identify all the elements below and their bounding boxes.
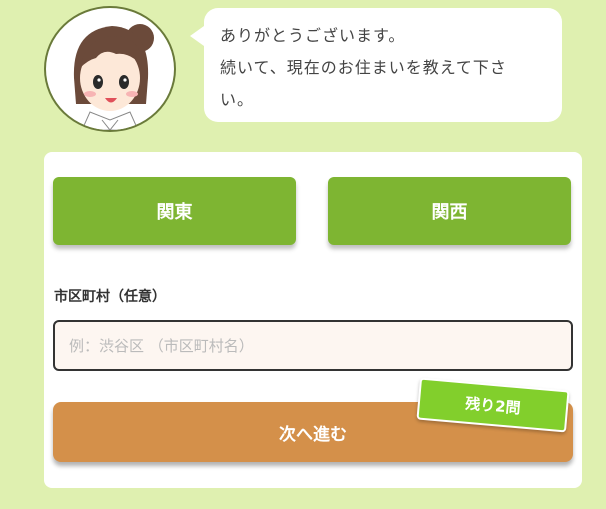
chat-line: 続いて、現在のお住まいを教えて下さ xyxy=(220,58,507,77)
chat-bubble: ありがとうございます。 続いて、現在のお住まいを教えて下さ い。 xyxy=(190,8,562,122)
city-input[interactable] xyxy=(53,320,573,371)
avatar xyxy=(44,6,176,132)
chat-line: ありがとうございます。 xyxy=(220,26,406,45)
assistant-avatar-illustration xyxy=(73,24,154,130)
chat-line: い。 xyxy=(220,90,255,109)
kansai-button[interactable]: 関西 xyxy=(328,177,571,245)
city-field-label: 市区町村（任意） xyxy=(54,289,166,305)
kanto-button[interactable]: 関東 xyxy=(53,177,296,245)
form-card: 関東 関西 市区町村（任意） 次へ進む 残り2問 xyxy=(44,152,582,488)
